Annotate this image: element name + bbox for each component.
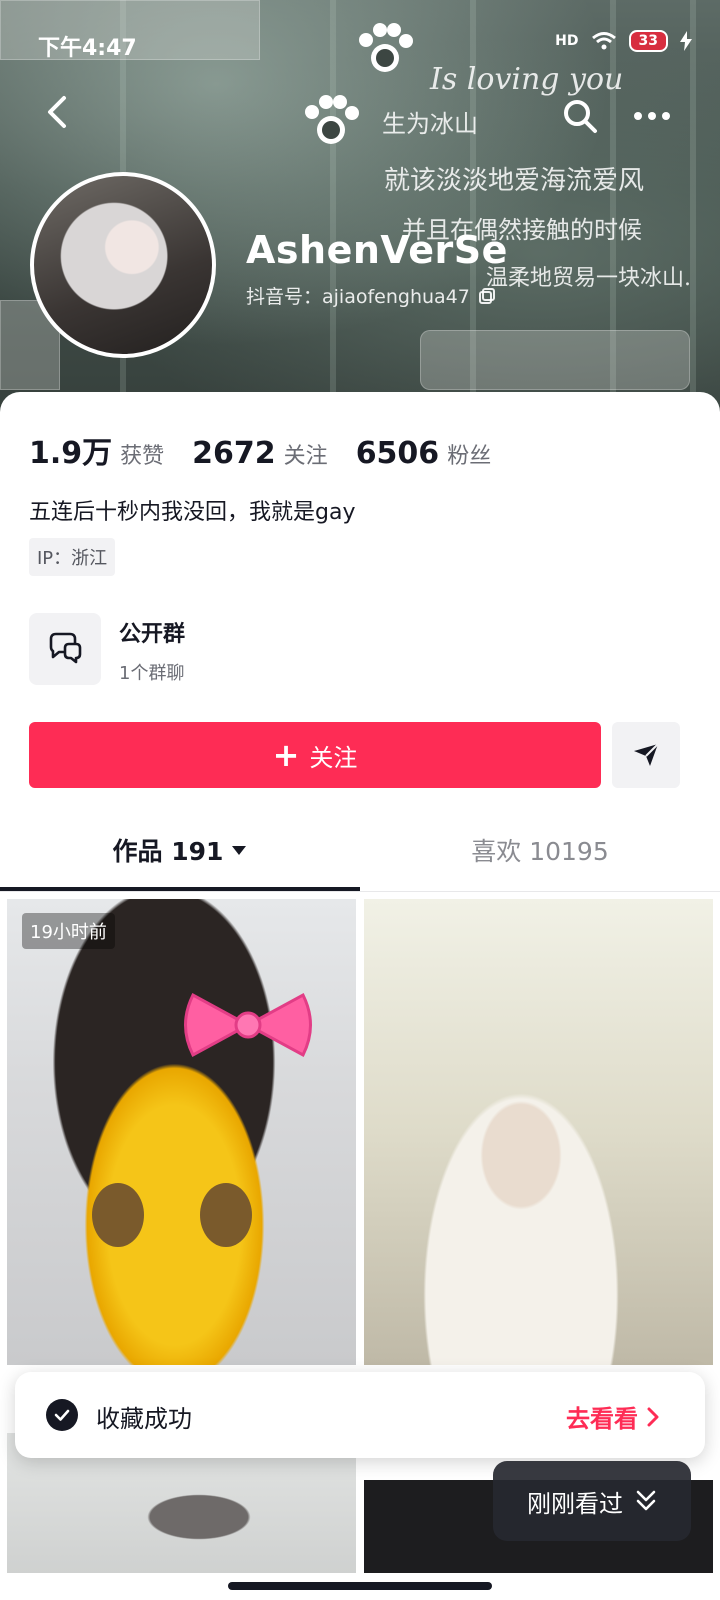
- signal-hd-label: HD: [555, 33, 579, 49]
- banner-quote-english: Is loving you: [430, 62, 624, 97]
- profile-nickname: AshenVerSe: [246, 228, 508, 272]
- following-label: 关注: [283, 444, 328, 469]
- followers-label: 粉丝: [447, 444, 492, 469]
- send-icon: [634, 743, 659, 766]
- group-title[interactable]: 公开群: [119, 616, 185, 648]
- copy-icon[interactable]: [478, 287, 496, 305]
- chevron-left-icon[interactable]: [38, 92, 78, 132]
- toast-view-label: 去看看: [566, 1405, 638, 1433]
- video-thumbnail[interactable]: [7, 899, 356, 1365]
- tab-likes[interactable]: 喜欢 10195: [360, 808, 720, 892]
- following-count: 2672: [192, 436, 276, 471]
- video-timestamp: 19小时前: [22, 913, 115, 949]
- recently-viewed-label: 刚刚看过: [527, 1489, 623, 1518]
- avatar[interactable]: [30, 172, 216, 358]
- paw-print-icon: [359, 23, 413, 72]
- charging-icon: [680, 31, 692, 51]
- more-icon[interactable]: [630, 98, 674, 134]
- tab-works-label: 作品 191: [112, 837, 224, 866]
- group-entry[interactable]: [29, 613, 101, 685]
- check-icon: [46, 1399, 78, 1431]
- caret-down-icon[interactable]: [231, 844, 247, 856]
- wifi-icon: [591, 32, 616, 50]
- tab-works[interactable]: 作品 191: [0, 808, 360, 892]
- plus-icon: +: [272, 736, 300, 774]
- paw-print-icon: [305, 95, 359, 144]
- follow-button[interactable]: + 关注: [29, 722, 601, 788]
- share-button[interactable]: [612, 722, 680, 788]
- double-chevron-down-icon: [636, 1490, 656, 1511]
- tab-active-indicator: [0, 887, 360, 891]
- banner-quote-line: 生为冰山: [382, 110, 478, 138]
- profile-tabs: 作品 191 喜欢 10195: [0, 808, 720, 892]
- follow-label: 关注: [309, 743, 358, 772]
- profile-bio: 五连后十秒内我没回，我就是gay: [29, 500, 356, 525]
- status-icons: HD 33: [555, 30, 692, 52]
- toast-view-button[interactable]: 去看看: [566, 1399, 660, 1434]
- likes-count: 1.9万: [29, 436, 113, 471]
- douyin-id-text: 抖音号：ajiaofenghua47: [246, 286, 470, 308]
- profile-stats: 1.9万 获赞 2672 关注 6506 粉丝: [29, 428, 491, 472]
- ip-location-tag: IP：浙江: [29, 538, 116, 576]
- likes-label: 获赞: [120, 444, 165, 469]
- banner-quote-line: 温柔地贸易一块冰山.: [486, 266, 691, 291]
- stat-followers[interactable]: 6506 粉丝: [356, 436, 492, 471]
- home-indicator[interactable]: [228, 1582, 492, 1590]
- battery-indicator: 33: [628, 30, 668, 52]
- stat-likes[interactable]: 1.9万 获赞: [29, 428, 164, 472]
- emoji-face-sticker: [92, 1183, 252, 1247]
- bow-sticker: [184, 992, 312, 1058]
- search-icon[interactable]: [560, 96, 600, 136]
- stat-following[interactable]: 2672 关注: [192, 436, 328, 471]
- chevron-right-icon: [647, 1407, 659, 1426]
- video-thumbnail[interactable]: [364, 899, 713, 1365]
- chat-bubbles-icon: [49, 632, 82, 664]
- status-time: 下午4:47: [38, 36, 137, 61]
- group-subtitle: 1个群聊: [119, 663, 185, 684]
- toast-message: 收藏成功: [96, 1405, 192, 1433]
- banner-quote-line: 就该淡淡地爱海流爱风: [384, 166, 645, 196]
- followers-count: 6506: [355, 436, 440, 471]
- recently-viewed-button[interactable]: 刚刚看过: [493, 1461, 691, 1541]
- douyin-id[interactable]: 抖音号：ajiaofenghua47: [246, 282, 496, 309]
